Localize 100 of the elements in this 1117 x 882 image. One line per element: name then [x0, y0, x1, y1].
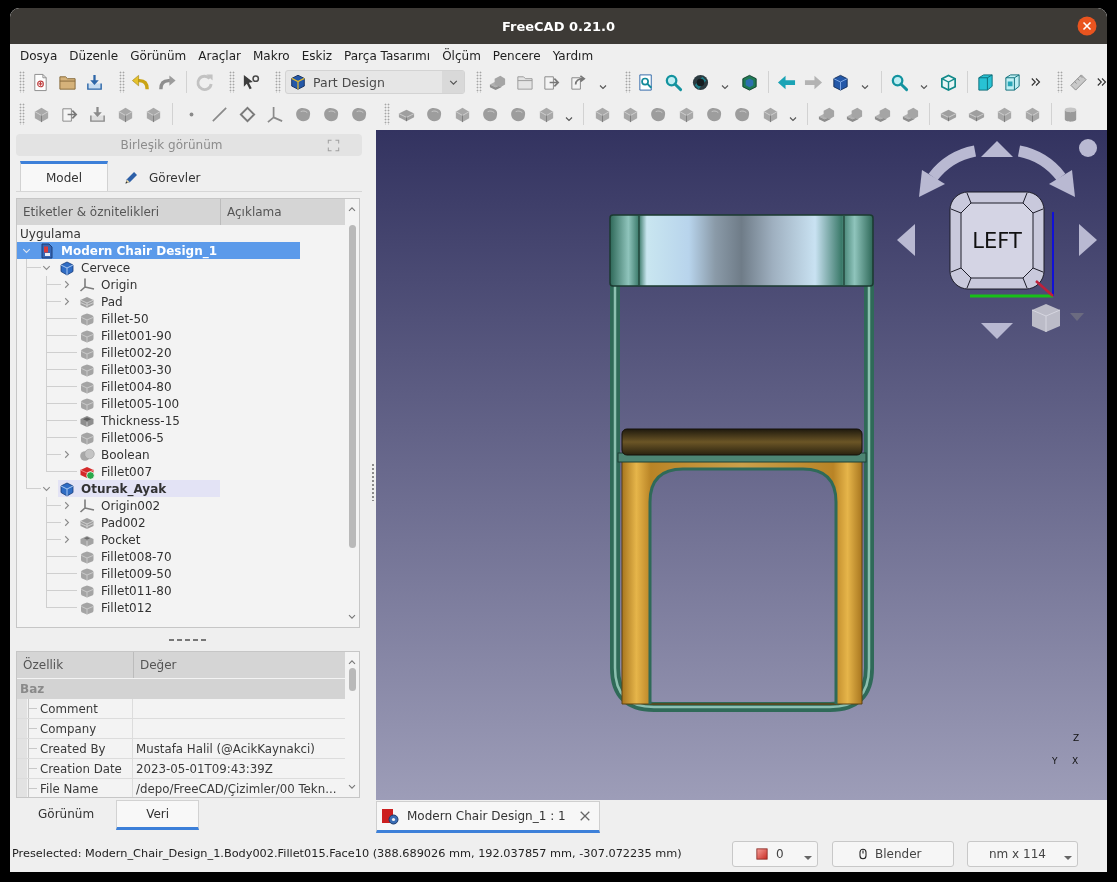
column-header[interactable]: Etiketler & öznitelikleri [17, 199, 221, 225]
double-chevron-icon[interactable] [1029, 75, 1043, 89]
cube-icon[interactable] [1031, 304, 1061, 333]
undo-icon[interactable] [131, 72, 150, 92]
panel-tab[interactable]: Görünüm [16, 800, 117, 830]
toolbar-handle[interactable] [275, 71, 281, 93]
tree-item[interactable]: Thickness-15 [57, 412, 183, 429]
tree-item[interactable]: Cervece [37, 259, 134, 276]
toolbar-handle[interactable] [19, 103, 25, 125]
scrollbar-thumb[interactable] [348, 225, 356, 548]
menu-item[interactable]: Görünüm [124, 49, 193, 63]
diamond-icon[interactable] [237, 104, 257, 124]
tree-item[interactable]: Fillet-50 [57, 310, 152, 327]
cube-icon[interactable] [1003, 72, 1022, 92]
menu-item[interactable]: Pencere [486, 49, 547, 63]
refresh-icon[interactable] [195, 72, 214, 92]
tree-item[interactable]: Fillet007 [57, 463, 156, 480]
axes-icon[interactable] [265, 104, 285, 124]
caret-icon[interactable] [919, 82, 929, 92]
splitter-handle[interactable] [372, 462, 374, 501]
double-chevron-icon[interactable] [1095, 75, 1107, 89]
triangle-up-icon[interactable] [981, 141, 1013, 157]
navigation-cube[interactable]: LEFT [949, 191, 1045, 290]
toolbar-handle[interactable] [229, 71, 235, 93]
redo-icon[interactable] [158, 72, 177, 92]
corners-icon[interactable] [327, 138, 340, 152]
column-header[interactable]: Açıklama [221, 199, 282, 225]
tree-item[interactable]: Fillet011-80 [57, 582, 175, 599]
round-button-icon[interactable] [1079, 139, 1097, 157]
curved-arrow-icon[interactable] [919, 145, 977, 197]
scrollbar-thumb[interactable] [348, 668, 356, 691]
caret-icon[interactable] [598, 82, 608, 92]
property-value[interactable]: 2023-05-01T09:43:39Z [136, 761, 273, 776]
triangle-left-icon[interactable] [897, 224, 915, 256]
cube-icon[interactable] [976, 72, 995, 92]
tree-item[interactable]: Pad [57, 293, 126, 310]
cube-icon[interactable] [740, 72, 759, 92]
toolbar-handle[interactable] [625, 71, 631, 93]
menu-item[interactable]: Yardım [546, 49, 600, 63]
splitter-handle[interactable] [169, 638, 207, 641]
property-value[interactable]: Mustafa Halil (@AcikKaynakci) [136, 741, 315, 756]
line-icon[interactable] [209, 104, 229, 124]
tree-item[interactable]: Pocket [57, 531, 144, 548]
menu-item[interactable]: Makro [246, 49, 296, 63]
toolbar-handle[interactable] [1057, 71, 1063, 93]
workbench-dropdown[interactable]: Part Design [285, 70, 465, 94]
cube-icon[interactable] [831, 72, 850, 92]
triangle-right-icon[interactable] [1079, 224, 1097, 256]
toolbar-handle[interactable] [384, 103, 390, 125]
toolbar-handle[interactable] [19, 71, 25, 93]
triangle-down-icon[interactable] [981, 323, 1013, 339]
tree-item[interactable]: Pad002 [57, 514, 149, 531]
caret-icon[interactable] [720, 82, 730, 92]
toolbar-handle[interactable] [476, 71, 482, 93]
tray-arrow-icon[interactable] [87, 104, 107, 124]
tree-item[interactable]: Fillet003-30 [57, 361, 175, 378]
curved-arrow-icon[interactable] [1017, 145, 1075, 197]
panel-tab[interactable]: Görevler [108, 161, 220, 191]
ruler-icon[interactable] [1069, 72, 1088, 92]
zoom-icon[interactable] [890, 72, 909, 92]
tree-item[interactable]: Fillet002-20 [57, 344, 175, 361]
menu-item[interactable]: Eskiz [295, 49, 339, 63]
column-header[interactable]: Özellik [17, 652, 134, 678]
menu-item[interactable]: Araçlar [192, 49, 247, 63]
property-value[interactable]: /depo/FreeCAD/Çizimler/00 Tekn... [136, 781, 337, 796]
panel-tab[interactable]: Model [20, 161, 109, 191]
menu-item[interactable]: Dosya [14, 49, 64, 63]
counter-button[interactable]: 0 [732, 840, 818, 867]
tree-item[interactable]: Fillet001-90 [57, 327, 175, 344]
cursor-icon[interactable] [241, 72, 260, 92]
menu-item[interactable]: Parça Tasarımı [338, 49, 437, 63]
tree-item[interactable]: Fillet004-80 [57, 378, 175, 395]
navigation-style-button[interactable]: Blender [832, 840, 954, 867]
zoom-icon[interactable] [664, 72, 683, 92]
column-header[interactable]: Değer [134, 652, 177, 678]
tray-arrow-icon[interactable] [85, 72, 104, 92]
tree-item[interactable]: Origin002 [57, 497, 164, 514]
tree-item[interactable]: Fillet009-50 [57, 565, 175, 582]
caret-icon[interactable] [804, 855, 812, 860]
caret-icon[interactable] [1064, 855, 1072, 860]
menu-item[interactable]: Düzenle [63, 49, 125, 63]
close-icon[interactable] [1077, 16, 1097, 36]
document-icon[interactable] [31, 72, 50, 92]
document-tab[interactable]: Modern Chair Design_1 : 1 [376, 801, 600, 833]
caret-icon[interactable] [788, 114, 798, 124]
tree-item[interactable]: Fillet005-100 [57, 395, 183, 412]
caret-icon[interactable] [564, 114, 574, 124]
cube-outline-icon[interactable] [939, 72, 958, 92]
tree-item[interactable]: Fillet012 [57, 599, 156, 616]
caret-icon[interactable] [860, 82, 870, 92]
menu-item[interactable]: Ölçüm [436, 49, 487, 63]
sphere-icon[interactable] [691, 72, 710, 92]
panel-tab[interactable]: Veri [116, 800, 200, 830]
close-icon[interactable] [578, 810, 591, 822]
tree-item[interactable]: Fillet006-5 [57, 429, 167, 446]
tree-item[interactable]: Fillet008-70 [57, 548, 175, 565]
tree-item[interactable]: Origin [57, 276, 141, 293]
tree-item[interactable]: Boolean [57, 446, 153, 463]
units-dropdown[interactable]: nm x 114 [967, 840, 1078, 867]
toolbar-handle[interactable] [119, 71, 125, 93]
